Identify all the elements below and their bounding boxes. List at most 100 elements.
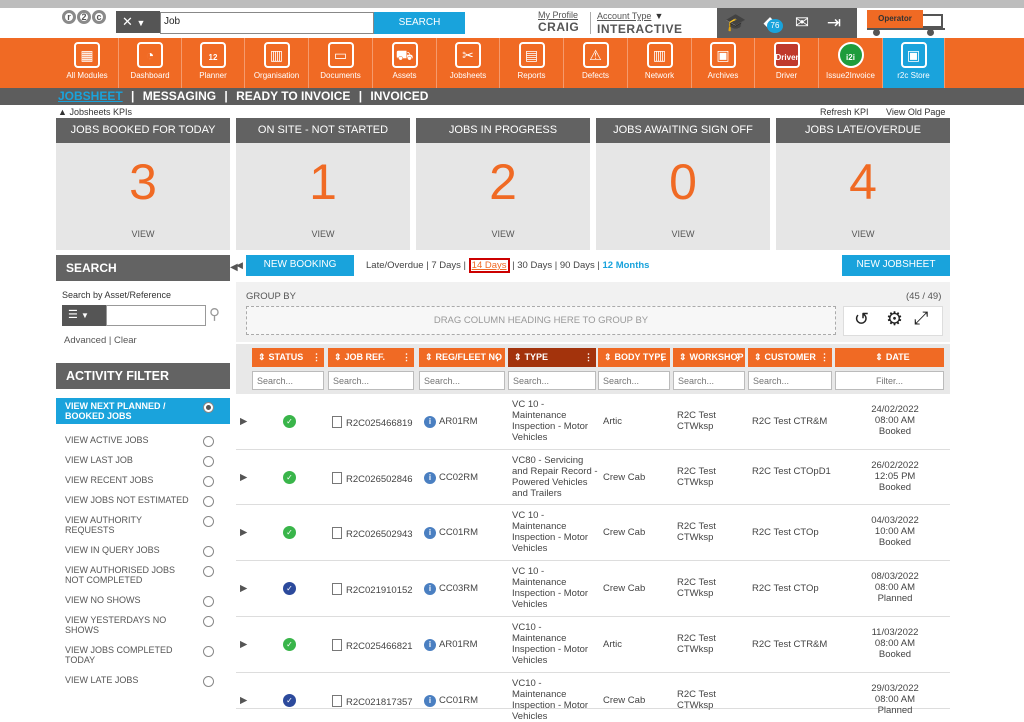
tools-dropdown[interactable]: ✕ ▼ <box>116 11 160 33</box>
nav-organisation[interactable]: ▥ Organisation <box>245 38 309 88</box>
nav-assets[interactable]: ⛟ Assets <box>373 38 437 88</box>
expand-row-icon[interactable]: ▶ <box>240 695 247 706</box>
group-drop-zone[interactable]: DRAG COLUMN HEADING HERE TO GROUP BY <box>246 306 836 335</box>
kpi-card[interactable]: ON SITE - NOT STARTED 1 VIEW <box>236 118 410 250</box>
kpi-view-link[interactable]: VIEW <box>776 229 950 239</box>
90-days-link[interactable]: 90 Days <box>560 260 595 271</box>
radio-icon[interactable] <box>203 402 214 413</box>
column-header-status[interactable]: ⇕ STATUS ⋮ <box>252 348 324 367</box>
search-type-dropdown[interactable]: ☰ ▼ <box>62 305 106 326</box>
column-filter-input[interactable] <box>748 371 832 390</box>
12-months-link[interactable]: 12 Months <box>602 260 649 271</box>
info-icon[interactable]: i <box>424 472 436 484</box>
column-filter-input[interactable] <box>252 371 324 390</box>
activity-filter-item[interactable]: VIEW NO SHOWS <box>56 595 230 611</box>
job-ref-link[interactable]: R2C025466819 <box>332 416 413 429</box>
magnifier-icon[interactable]: ⚲ <box>209 305 229 325</box>
column-header-customer[interactable]: ⇕ CUSTOMER ⋮ <box>748 348 832 367</box>
tab-invoiced[interactable]: INVOICED <box>370 89 428 103</box>
column-filter-input[interactable] <box>598 371 670 390</box>
nav-archives[interactable]: ▣ Archives <box>692 38 755 88</box>
kpi-view-link[interactable]: VIEW <box>596 229 770 239</box>
nav-documents[interactable]: ▭ Documents <box>309 38 373 88</box>
logout-icon[interactable]: ⇥ <box>821 10 847 36</box>
job-ref-link[interactable]: R2C021817357 <box>332 695 413 708</box>
radio-icon[interactable] <box>203 436 214 447</box>
job-ref-link[interactable]: R2C025466821 <box>332 639 413 652</box>
graduation-cap-icon[interactable]: 🎓 <box>723 10 749 36</box>
kpi-card[interactable]: JOBS AWAITING SIGN OFF 0 VIEW <box>596 118 770 250</box>
info-icon[interactable]: i <box>424 416 436 428</box>
activity-filter-item[interactable]: VIEW RECENT JOBS <box>56 475 230 491</box>
job-ref-link[interactable]: R2C021910152 <box>332 583 413 596</box>
tab-ready-to-invoice[interactable]: READY TO INVOICE <box>236 89 350 103</box>
job-ref-link[interactable]: R2C026502943 <box>332 527 413 540</box>
radio-icon[interactable] <box>203 646 214 657</box>
my-profile-link[interactable]: My Profile <box>538 10 588 20</box>
radio-icon[interactable] <box>203 456 214 467</box>
refresh-icon[interactable]: ↺ <box>854 309 869 330</box>
activity-filter-item[interactable]: VIEW AUTHORITY REQUESTS <box>56 515 230 541</box>
column-filter-input[interactable] <box>328 371 414 390</box>
radio-icon[interactable] <box>203 676 214 687</box>
caret-down-icon[interactable]: ▼ <box>654 11 663 21</box>
nav-defects[interactable]: ⚠ Defects <box>564 38 628 88</box>
activity-filter-item[interactable]: VIEW JOBS NOT ESTIMATED <box>56 495 230 511</box>
kpi-card[interactable]: JOBS LATE/OVERDUE 4 VIEW <box>776 118 950 250</box>
activity-filter-item[interactable]: VIEW AUTHORISED JOBS NOT COMPLETED <box>56 565 230 591</box>
reg-cell[interactable]: i CC03RM <box>424 583 478 595</box>
column-filter-input[interactable] <box>419 371 505 390</box>
info-icon[interactable]: i <box>424 583 436 595</box>
column-filter-input[interactable] <box>673 371 745 390</box>
fullscreen-icon[interactable]: ⤢ <box>914 308 928 329</box>
kpi-card[interactable]: JOBS IN PROGRESS 2 VIEW <box>416 118 590 250</box>
expand-row-icon[interactable]: ▶ <box>240 416 247 427</box>
nav-all-modules[interactable]: ▦ All Modules <box>56 38 119 88</box>
reg-cell[interactable]: i CC01RM <box>424 695 478 707</box>
mail-icon[interactable]: ✉ <box>789 10 815 36</box>
view-old-page-link[interactable]: View Old Page <box>886 107 945 117</box>
reg-cell[interactable]: i AR01RM <box>424 639 478 651</box>
tab-messaging[interactable]: MESSAGING <box>143 89 216 103</box>
nav-planner[interactable]: 12 Planner <box>182 38 245 88</box>
nav-r2c-store[interactable]: ▣ r2c Store <box>883 38 945 88</box>
kpi-view-link[interactable]: VIEW <box>236 229 410 239</box>
activity-filter-item[interactable]: VIEW NEXT PLANNED / BOOKED JOBS <box>56 398 230 424</box>
gear-icon[interactable]: ⚙ <box>886 308 903 331</box>
nav-dashboard[interactable]: ◔ Dashboard <box>119 38 182 88</box>
notifications-icon[interactable]: ◆76 <box>757 10 783 36</box>
activity-filter-item[interactable]: VIEW LAST JOB <box>56 455 230 471</box>
column-header-date[interactable]: ⇕ DATE <box>835 348 944 367</box>
reg-cell[interactable]: i AR01RM <box>424 416 478 428</box>
column-header-job-ref-[interactable]: ⇕ JOB REF. ⋮ <box>328 348 414 367</box>
radio-icon[interactable] <box>203 476 214 487</box>
r2c-logo[interactable]: r2c <box>62 10 112 34</box>
column-filter-input[interactable] <box>835 371 944 390</box>
kpi-toggle[interactable]: ▲ Jobsheets KPIs <box>58 107 132 117</box>
expand-row-icon[interactable]: ▶ <box>240 527 247 538</box>
nav-network[interactable]: ▥ Network <box>628 38 692 88</box>
30-days-link[interactable]: 30 Days <box>517 260 552 271</box>
expand-row-icon[interactable]: ▶ <box>240 472 247 483</box>
global-search-input[interactable]: Job <box>160 12 374 34</box>
expand-row-icon[interactable]: ▶ <box>240 583 247 594</box>
column-header-workshop[interactable]: ⇕ WORKSHOP ⋮ <box>673 348 745 367</box>
expand-left-icon[interactable]: ◀ <box>236 256 246 274</box>
asset-search-input[interactable] <box>106 305 206 326</box>
nav-issue2invoice[interactable]: i2i Issue2Invoice <box>819 38 883 88</box>
info-icon[interactable]: i <box>424 639 436 651</box>
radio-icon[interactable] <box>203 546 214 557</box>
reg-cell[interactable]: i CC02RM <box>424 472 478 484</box>
info-icon[interactable]: i <box>424 527 436 539</box>
activity-filter-item[interactable]: VIEW LATE JOBS <box>56 675 230 691</box>
column-filter-input[interactable] <box>508 371 596 390</box>
activity-filter-item[interactable]: VIEW IN QUERY JOBS <box>56 545 230 561</box>
radio-icon[interactable] <box>203 566 214 577</box>
column-menu-icon[interactable]: ⋮ <box>402 348 411 367</box>
nav-reports[interactable]: ▤ Reports <box>500 38 564 88</box>
activity-filter-item[interactable]: VIEW ACTIVE JOBS <box>56 435 230 451</box>
info-icon[interactable]: i <box>424 695 436 707</box>
column-menu-icon[interactable]: ⋮ <box>658 348 667 367</box>
refresh-kpi-link[interactable]: Refresh KPI <box>820 107 869 117</box>
column-header-body-type[interactable]: ⇕ BODY TYPE ⋮ <box>598 348 670 367</box>
